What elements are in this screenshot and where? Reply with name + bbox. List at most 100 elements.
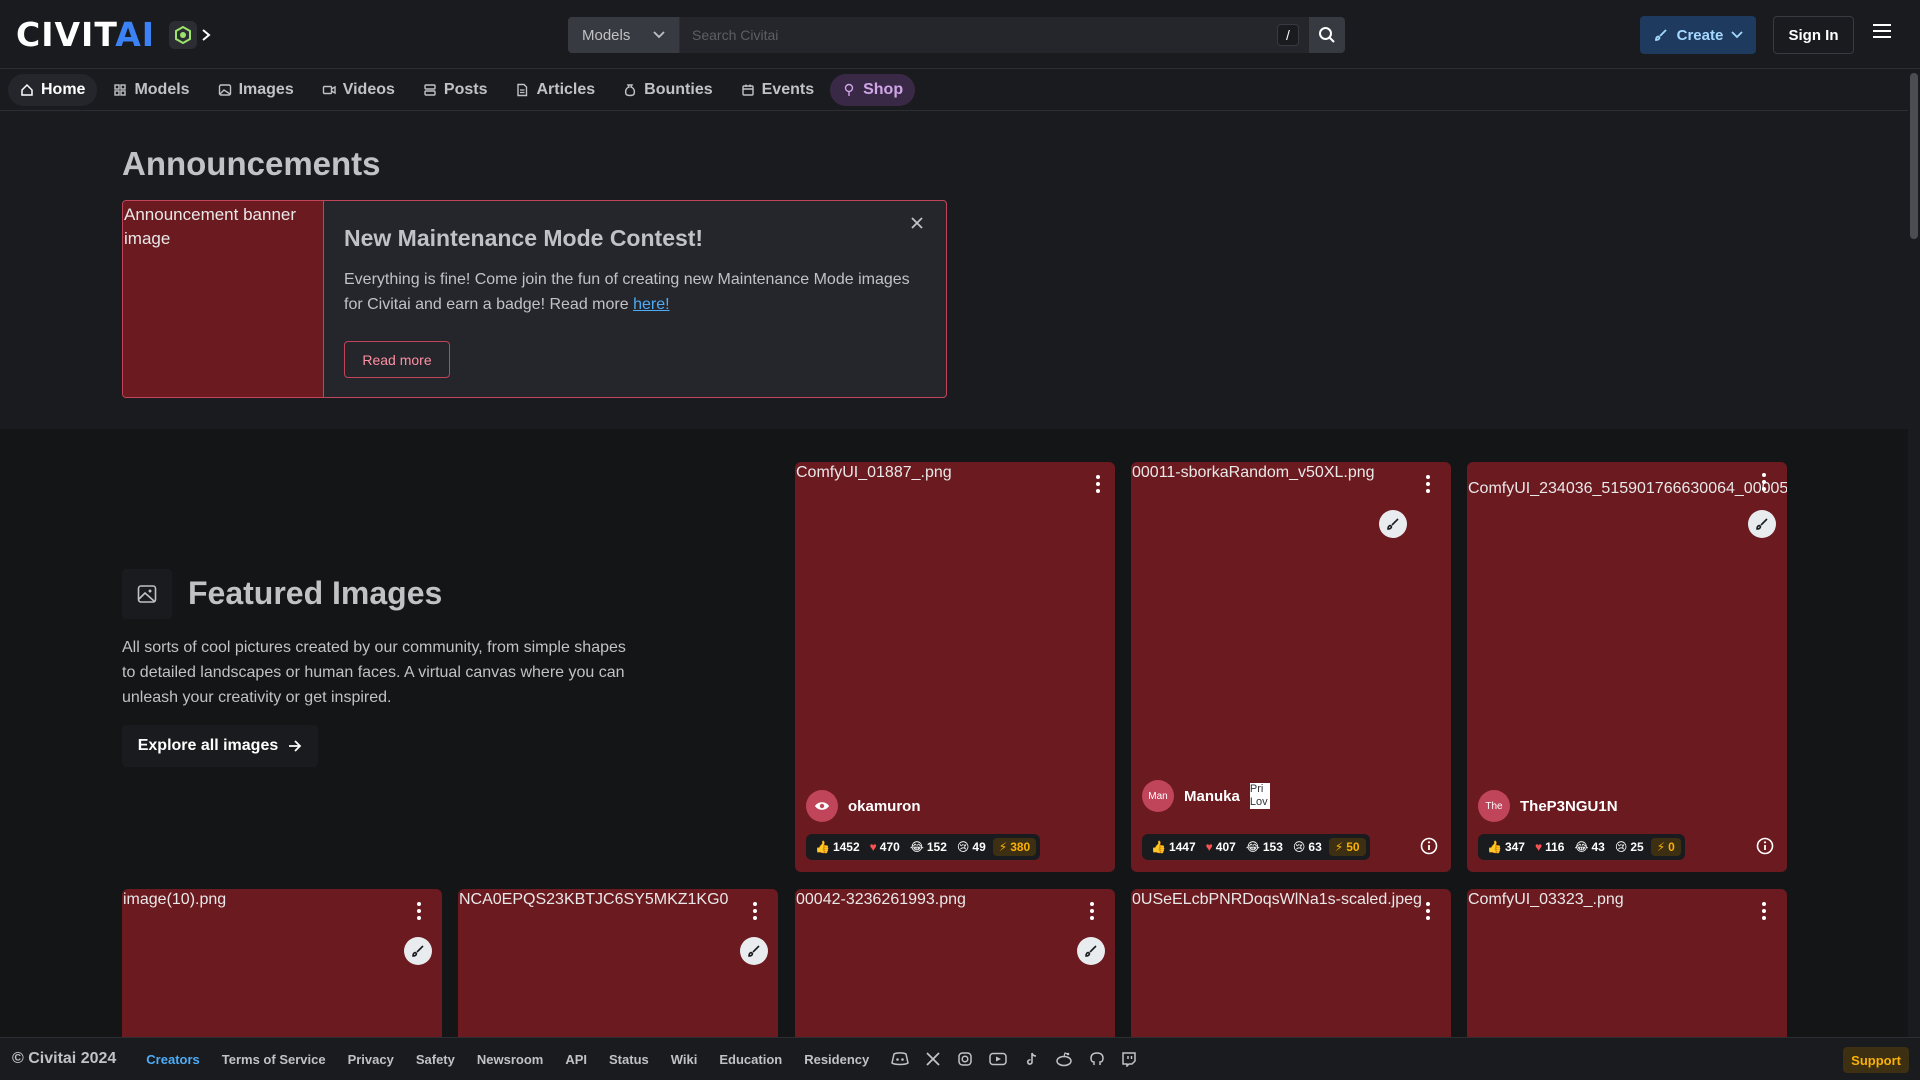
like-reaction[interactable]: 👍 347: [1482, 840, 1530, 854]
nav-home[interactable]: Home: [8, 73, 98, 106]
footer-link-education[interactable]: Education: [719, 1052, 782, 1067]
heart-reaction[interactable]: ♥ 407: [1201, 840, 1241, 854]
main-nav: Home Models Images Videos Posts Articles…: [0, 69, 1920, 111]
cry-icon: 😢: [1614, 840, 1628, 854]
image-card[interactable]: 00042-3236261993.png: [795, 889, 1115, 1049]
logo-text-civit: CIVIT: [16, 15, 116, 54]
announcement-body-text: Everything is fine! Come join the fun of…: [344, 271, 910, 313]
civitai-logo[interactable]: CIVITAI: [16, 18, 211, 51]
search-category-select[interactable]: Models: [568, 17, 680, 53]
nav-posts[interactable]: Posts: [411, 74, 500, 106]
card-user[interactable]: Man Manuka Pri Lov: [1142, 780, 1270, 812]
more-vertical-icon[interactable]: [1761, 901, 1767, 921]
laugh-reaction[interactable]: 😂 152: [905, 840, 952, 854]
like-count: 347: [1504, 840, 1525, 854]
twitch-icon[interactable]: [1121, 1051, 1137, 1067]
info-icon[interactable]: [1756, 837, 1774, 855]
card-user[interactable]: okamuron: [806, 790, 921, 822]
heart-reaction[interactable]: ♥ 116: [1530, 840, 1569, 854]
footer-link-terms[interactable]: Terms of Service: [222, 1052, 326, 1067]
more-vertical-icon[interactable]: [1095, 474, 1101, 494]
search-input[interactable]: [680, 17, 1309, 53]
page-scrollbar[interactable]: [1908, 69, 1920, 1037]
like-reaction[interactable]: 👍 1447: [1146, 840, 1201, 854]
read-more-button[interactable]: Read more: [344, 341, 450, 378]
lightning-icon: ⚡: [998, 840, 1008, 854]
cry-count: 63: [1308, 840, 1322, 854]
laugh-reaction[interactable]: 😂 43: [1569, 840, 1609, 854]
tiktok-icon[interactable]: [1023, 1051, 1039, 1067]
buzz-tip[interactable]: ⚡ 0: [1650, 838, 1681, 856]
more-vertical-icon[interactable]: [1425, 474, 1431, 494]
nav-models[interactable]: Models: [101, 74, 201, 106]
image-card[interactable]: NCA0EPQS23KBTJC6SY5MKZ1KG0: [458, 889, 778, 1049]
instagram-icon[interactable]: [957, 1051, 973, 1067]
featured-images-description: All sorts of cool pictures created by ou…: [122, 639, 626, 706]
explore-all-images-button[interactable]: Explore all images: [122, 725, 318, 767]
article-icon: [517, 83, 528, 96]
search-category-label: Models: [582, 26, 631, 44]
footer-link-residency[interactable]: Residency: [804, 1052, 869, 1067]
image-card[interactable]: ComfyUI_03323_.png: [1467, 889, 1787, 1049]
sign-in-button[interactable]: Sign In: [1773, 16, 1854, 54]
nav-shop[interactable]: Shop: [830, 73, 916, 106]
image-card[interactable]: 00011-sborkaRandom_v50XL.png Man Manuka …: [1131, 462, 1451, 872]
cry-reaction[interactable]: 😢 49: [952, 840, 991, 854]
nav-images[interactable]: Images: [206, 74, 306, 106]
close-icon[interactable]: [910, 216, 924, 230]
remix-icon[interactable]: [1748, 510, 1776, 538]
reddit-icon[interactable]: [1055, 1051, 1073, 1067]
remix-icon[interactable]: [404, 937, 432, 965]
announcements-title: Announcements: [122, 145, 381, 182]
copyright: © Civitai 2024: [12, 1050, 117, 1067]
user-avatar: Man: [1142, 780, 1174, 812]
search-button[interactable]: [1309, 17, 1345, 53]
support-button[interactable]: Support: [1843, 1047, 1909, 1073]
scrollbar-thumb[interactable]: [1910, 73, 1918, 239]
more-vertical-icon[interactable]: [1425, 901, 1431, 921]
more-vertical-icon[interactable]: [416, 901, 422, 921]
footer-link-wiki[interactable]: Wiki: [671, 1052, 698, 1067]
like-reaction[interactable]: 👍 1452: [810, 840, 865, 854]
footer-link-newsroom[interactable]: Newsroom: [477, 1052, 543, 1067]
cry-reaction[interactable]: 😢 63: [1288, 840, 1327, 854]
heart-reaction[interactable]: ♥ 470: [865, 840, 905, 854]
footer-link-api[interactable]: API: [565, 1052, 587, 1067]
github-icon[interactable]: [1089, 1051, 1105, 1067]
remix-icon[interactable]: [1077, 937, 1105, 965]
card-user[interactable]: The TheP3NGU1N: [1478, 790, 1618, 822]
laugh-icon: 😂: [1245, 840, 1260, 854]
nav-articles[interactable]: Articles: [503, 74, 607, 106]
more-vertical-icon[interactable]: [1089, 901, 1095, 921]
nav-bounties[interactable]: Bounties: [611, 74, 724, 106]
buzz-tip[interactable]: ⚡ 50: [1328, 838, 1366, 856]
buzz-tip[interactable]: ⚡ 380: [992, 838, 1037, 856]
footer-link-creators[interactable]: Creators: [146, 1052, 199, 1067]
remix-icon[interactable]: [1379, 510, 1407, 538]
announcement-link[interactable]: here!: [633, 296, 669, 313]
footer-link-status[interactable]: Status: [609, 1052, 649, 1067]
more-vertical-icon[interactable]: [1761, 472, 1767, 492]
image-card[interactable]: 0USeELcbPNRDoqsWlNa1s-scaled.jpeg: [1131, 889, 1451, 1049]
image-card[interactable]: ComfyUI_01887_.png okamuron 👍 1452 ♥ 470 😂…: [795, 462, 1115, 872]
hamburger-menu-icon[interactable]: [1872, 23, 1892, 39]
info-icon[interactable]: [1420, 837, 1438, 855]
chevron-right-icon[interactable]: [201, 28, 211, 42]
remix-icon[interactable]: [740, 937, 768, 965]
nav-videos[interactable]: Videos: [310, 74, 407, 106]
discord-icon[interactable]: [891, 1052, 910, 1066]
nav-label: Posts: [443, 80, 488, 98]
image-card[interactable]: ComfyUI_234036_515901766630064_00005.png…: [1467, 462, 1787, 872]
create-button[interactable]: Create: [1640, 16, 1756, 54]
nav-events[interactable]: Events: [729, 74, 826, 106]
x-twitter-icon[interactable]: [925, 1051, 941, 1067]
youtube-icon[interactable]: [989, 1052, 1007, 1066]
brand-badge-icon[interactable]: [169, 21, 198, 49]
footer-link-privacy[interactable]: Privacy: [348, 1052, 394, 1067]
image-card[interactable]: image(10).png: [122, 889, 442, 1049]
laugh-reaction[interactable]: 😂 153: [1241, 840, 1288, 854]
cry-reaction[interactable]: 😢 25: [1610, 840, 1649, 854]
like-count: 1452: [832, 840, 860, 854]
footer-link-safety[interactable]: Safety: [416, 1052, 455, 1067]
more-vertical-icon[interactable]: [752, 901, 758, 921]
